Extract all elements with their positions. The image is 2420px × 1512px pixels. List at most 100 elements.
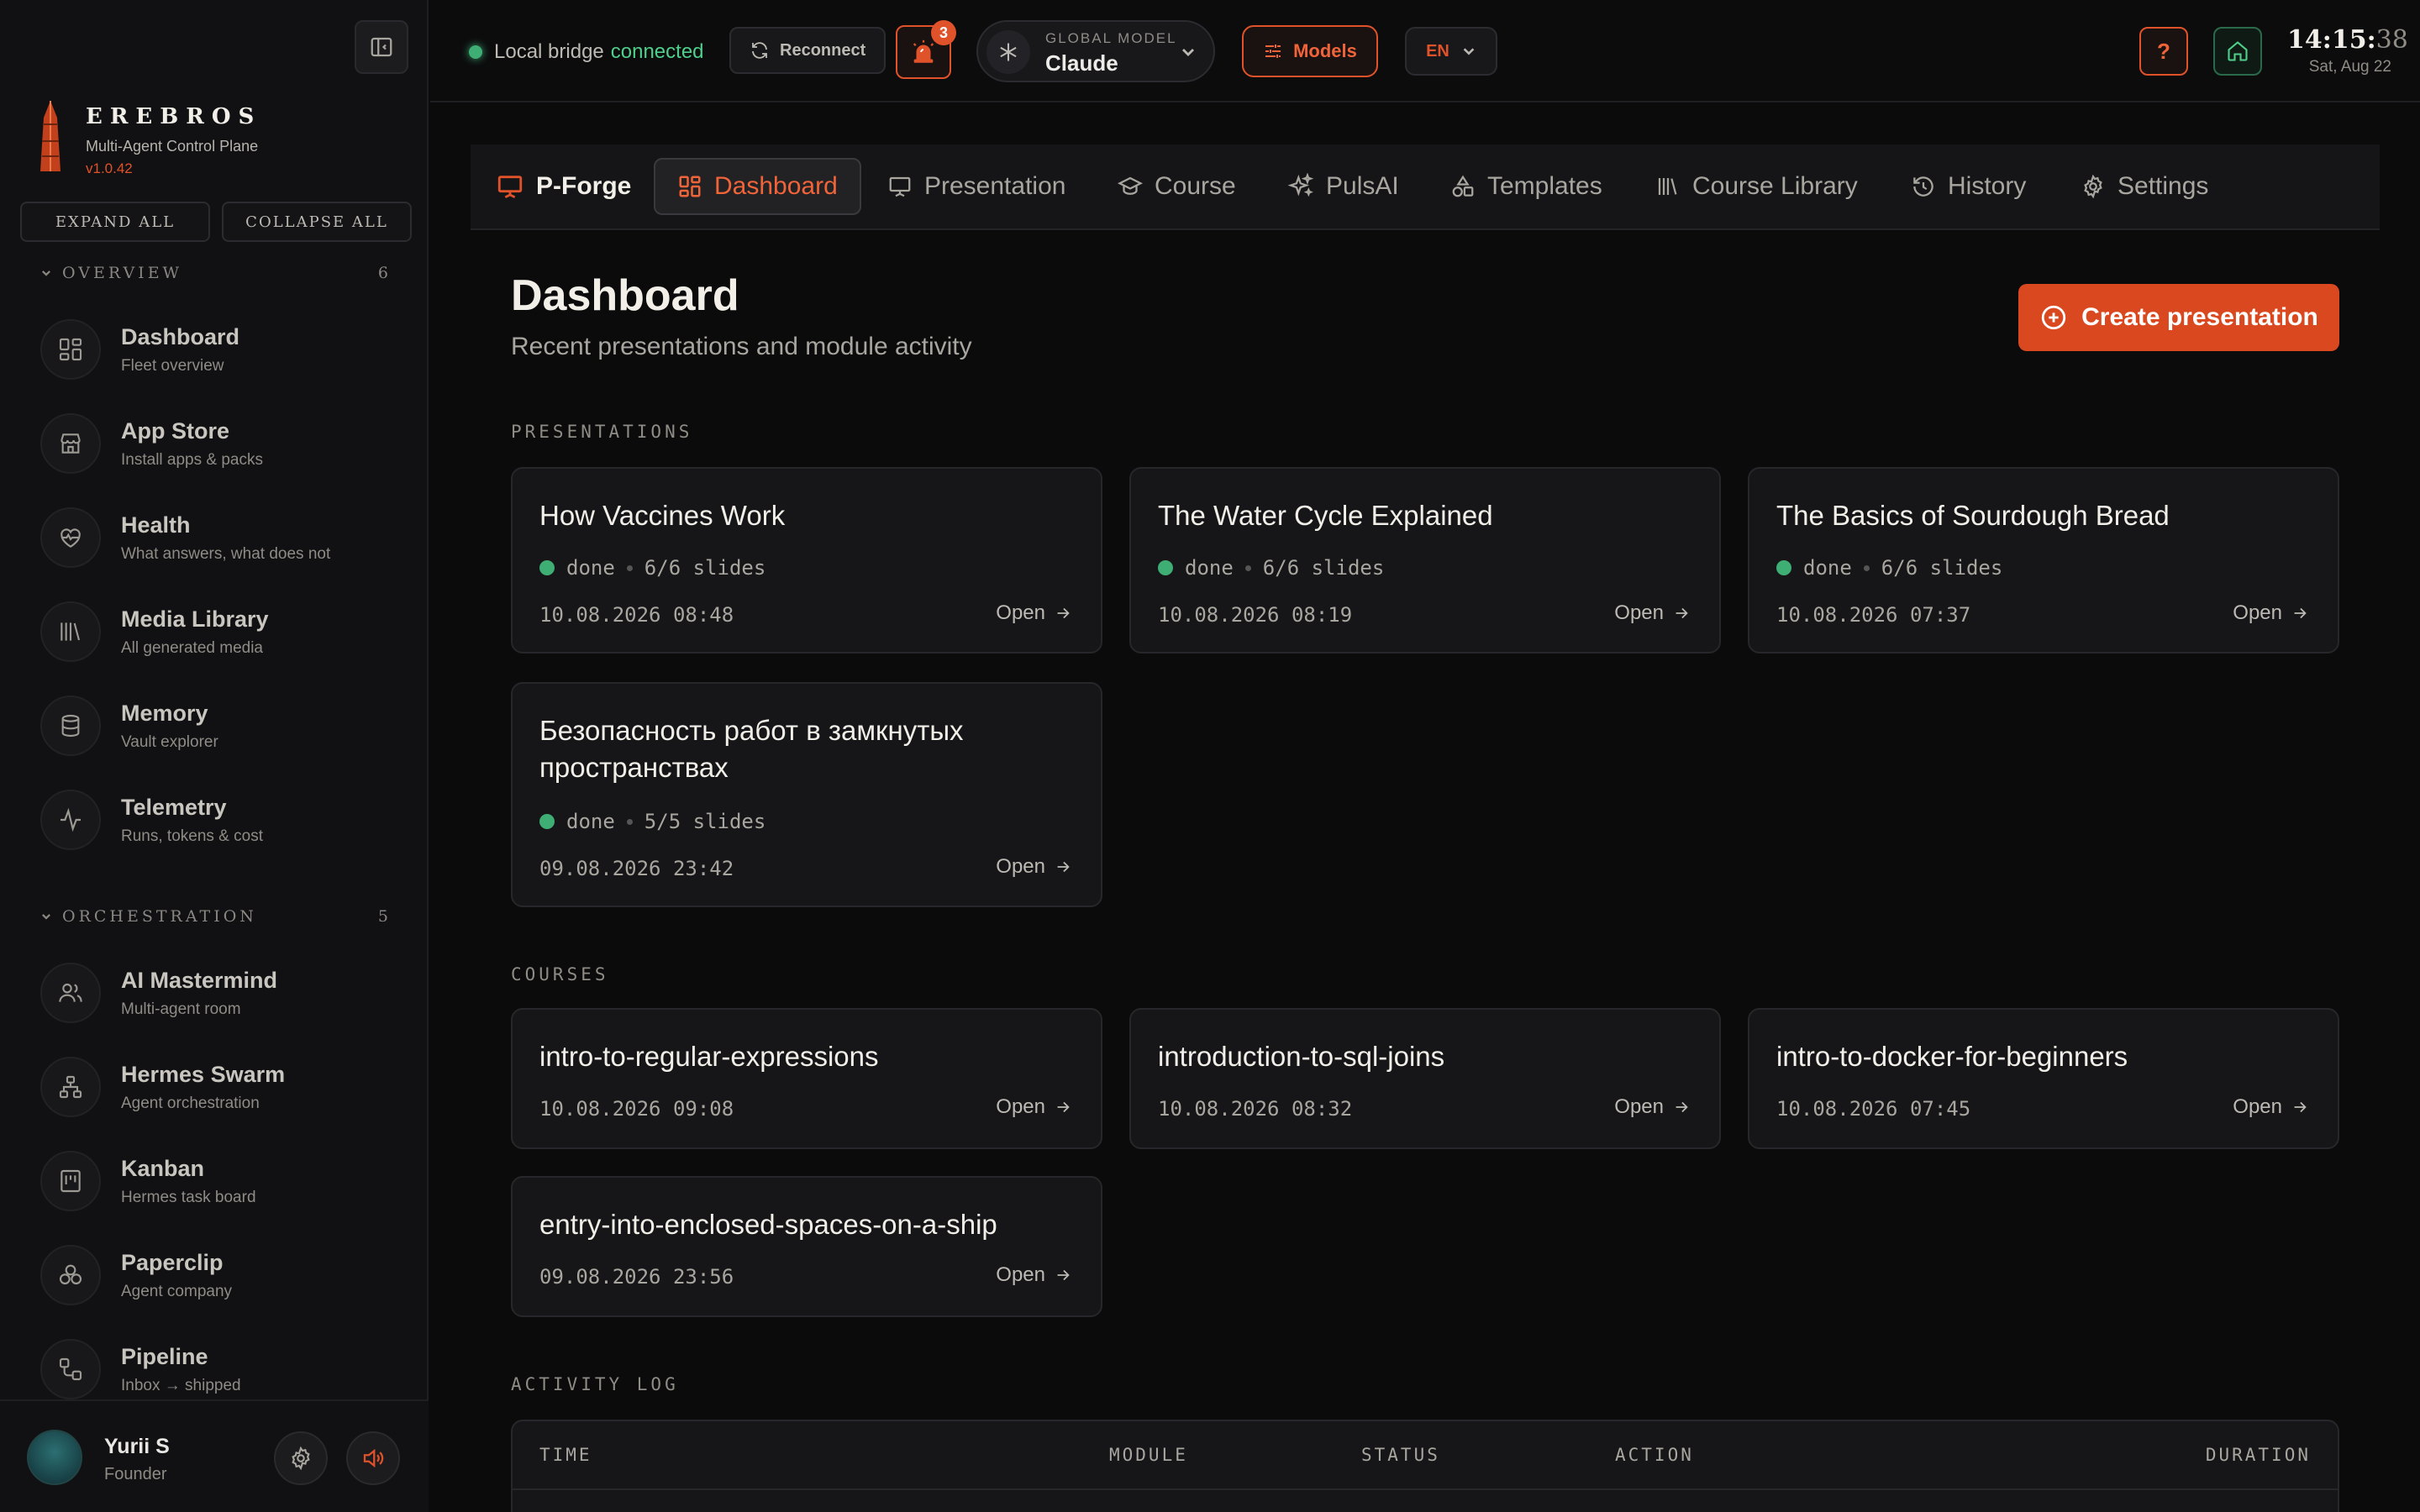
speaker-icon <box>360 1446 386 1471</box>
reconnect-label: Reconnect <box>780 40 866 60</box>
column-header-status[interactable]: STATUS <box>1361 1445 1440 1465</box>
sidebar-item-hermes-swarm[interactable]: Hermes Swarm Agent orchestration <box>40 1057 285 1117</box>
activity-log-table: TIME MODULE STATUS ACTION DURATION <box>511 1420 2339 1512</box>
open-link[interactable]: Open <box>996 855 1072 879</box>
module-tabs: P-Forge Dashboard Presentation Course Pu… <box>471 144 2380 230</box>
section-overview-header[interactable]: OVERVIEW 6 <box>40 264 388 282</box>
sidebar-item-label: Dashboard <box>121 323 240 349</box>
tab-pulsai[interactable]: PulsAI <box>1287 158 1399 215</box>
open-label: Open <box>2233 1095 2282 1118</box>
clock-date: Sat, Aug 22 <box>2308 58 2391 76</box>
presentation-card[interactable]: The Basics of Sourdough Bread done 6/6 sl… <box>1748 467 2339 654</box>
sidebar-item-label: AI Mastermind <box>121 967 278 993</box>
arrow-right-icon <box>1054 858 1072 876</box>
language-select[interactable]: EN <box>1405 27 1497 76</box>
sidebar-item-kanban[interactable]: Kanban Hermes task board <box>40 1151 256 1211</box>
brand: EREBROS Multi-Agent Control Plane v1.0.4… <box>34 101 261 177</box>
global-model-select[interactable]: GLOBAL MODEL Claude <box>976 20 1215 82</box>
presentation-icon <box>887 174 913 199</box>
column-header-module[interactable]: MODULE <box>1109 1445 1188 1465</box>
column-header-time[interactable]: TIME <box>539 1445 592 1465</box>
course-card[interactable]: intro-to-docker-for-beginners 10.08.2026… <box>1748 1008 2339 1149</box>
tab-templates[interactable]: Templates <box>1450 158 1602 215</box>
sidebar-item-app-store[interactable]: App Store Install apps & packs <box>40 413 263 474</box>
gear-icon <box>288 1446 313 1471</box>
brand-subtitle: Multi-Agent Control Plane <box>86 138 259 155</box>
arrow-right-icon <box>1054 1266 1072 1284</box>
sidebar-item-telemetry[interactable]: Telemetry Runs, tokens & cost <box>40 790 263 850</box>
bridge-label: Local bridge <box>494 40 604 63</box>
models-button[interactable]: Models <box>1242 25 1378 77</box>
help-button[interactable]: ? <box>2139 27 2188 76</box>
sidebar-toggle-button[interactable] <box>355 20 408 74</box>
sidebar-item-dashboard[interactable]: Dashboard Fleet overview <box>40 319 239 380</box>
status-dot <box>539 560 555 575</box>
sidebar-item-pipeline[interactable]: Pipeline Inbox → shipped <box>40 1339 241 1399</box>
gear-icon <box>2081 174 2106 199</box>
open-link[interactable]: Open <box>996 1263 1072 1287</box>
library-icon <box>57 618 84 645</box>
heart-pulse-icon <box>57 524 84 551</box>
shapes-icon <box>1450 174 1476 199</box>
course-card[interactable]: intro-to-regular-expressions 10.08.2026 … <box>511 1008 1102 1149</box>
tab-settings[interactable]: Settings <box>2081 158 2208 215</box>
open-link[interactable]: Open <box>2233 1095 2309 1119</box>
page-title: Dashboard <box>511 271 739 320</box>
section-orchestration-header[interactable]: ORCHESTRATION 5 <box>40 907 388 926</box>
grid-icon <box>57 336 84 363</box>
sidebar-item-health[interactable]: Health What answers, what does not <box>40 507 330 568</box>
status-dot <box>469 45 482 59</box>
course-card[interactable]: entry-into-enclosed-spaces-on-a-ship 09.… <box>511 1176 1102 1317</box>
create-presentation-label: Create presentation <box>2081 303 2318 331</box>
tab-presentation[interactable]: Presentation <box>887 158 1065 215</box>
arrow-right-icon <box>1672 1098 1691 1116</box>
sidebar-item-subtitle: Fleet overview <box>121 356 224 375</box>
card-title: introduction-to-sql-joins <box>1158 1041 1445 1072</box>
reconnect-button[interactable]: Reconnect <box>729 27 886 74</box>
card-title: entry-into-enclosed-spaces-on-a-ship <box>539 1209 997 1240</box>
open-link[interactable]: Open <box>1614 1095 1691 1119</box>
sidebar-item-label: Telemetry <box>121 794 227 820</box>
user-settings-button[interactable] <box>274 1431 328 1485</box>
presentation-card[interactable]: How Vaccines Work done 6/6 slides 10.08.2… <box>511 467 1102 654</box>
presentation-card[interactable]: Безопасность работ в замкнутых пространс… <box>511 682 1102 907</box>
database-icon <box>57 712 84 739</box>
column-header-duration[interactable]: DURATION <box>2206 1445 2311 1465</box>
open-link[interactable]: Open <box>996 1095 1072 1119</box>
sidebar: EREBROS Multi-Agent Control Plane v1.0.4… <box>0 0 429 1512</box>
create-presentation-button[interactable]: Create presentation <box>2018 284 2339 351</box>
column-header-action[interactable]: ACTION <box>1615 1445 1694 1465</box>
tab-dashboard[interactable]: Dashboard <box>654 158 861 215</box>
open-link[interactable]: Open <box>1614 601 1691 625</box>
sidebar-item-label: Media Library <box>121 606 269 632</box>
collapse-all-button[interactable]: COLLAPSE ALL <box>222 202 412 242</box>
avatar[interactable] <box>27 1430 82 1485</box>
sidebar-item-subtitle: Inbox → shipped <box>121 1376 241 1394</box>
sidebar-item-memory[interactable]: Memory Vault explorer <box>40 696 218 756</box>
chevron-down-icon <box>40 911 52 922</box>
home-button[interactable] <box>2213 27 2262 76</box>
users-icon <box>57 979 84 1006</box>
tab-course-library[interactable]: Course Library <box>1655 158 1858 215</box>
arrow-right-icon <box>1672 604 1691 622</box>
open-link[interactable]: Open <box>996 601 1072 625</box>
bridge-status: Local bridge connected <box>469 40 704 64</box>
alerts-button[interactable]: 3 <box>896 20 956 79</box>
status-dot <box>539 814 555 829</box>
tab-course[interactable]: Course <box>1118 158 1236 215</box>
sidebar-item-ai-mastermind[interactable]: AI Mastermind Multi-agent room <box>40 963 277 1023</box>
tab-history[interactable]: History <box>1911 158 2026 215</box>
sound-toggle-button[interactable] <box>346 1431 400 1485</box>
sidebar-item-media-library[interactable]: Media Library All generated media <box>40 601 269 662</box>
clock: 14:15:38 Sat, Aug 22 <box>2287 25 2408 76</box>
tab-p-forge[interactable]: P-Forge <box>496 158 631 215</box>
chevron-down-icon <box>1180 44 1197 60</box>
expand-all-button[interactable]: EXPAND ALL <box>20 202 210 242</box>
section-title: OVERVIEW <box>62 264 183 282</box>
course-card[interactable]: introduction-to-sql-joins 10.08.2026 08:… <box>1129 1008 1721 1149</box>
sidebar-item-label: App Store <box>121 417 230 444</box>
presentation-card[interactable]: The Water Cycle Explained done 6/6 slides… <box>1129 467 1721 654</box>
sidebar-item-paperclip[interactable]: Paperclip Agent company <box>40 1245 232 1305</box>
open-label: Open <box>996 1263 1045 1286</box>
open-link[interactable]: Open <box>2233 601 2309 625</box>
